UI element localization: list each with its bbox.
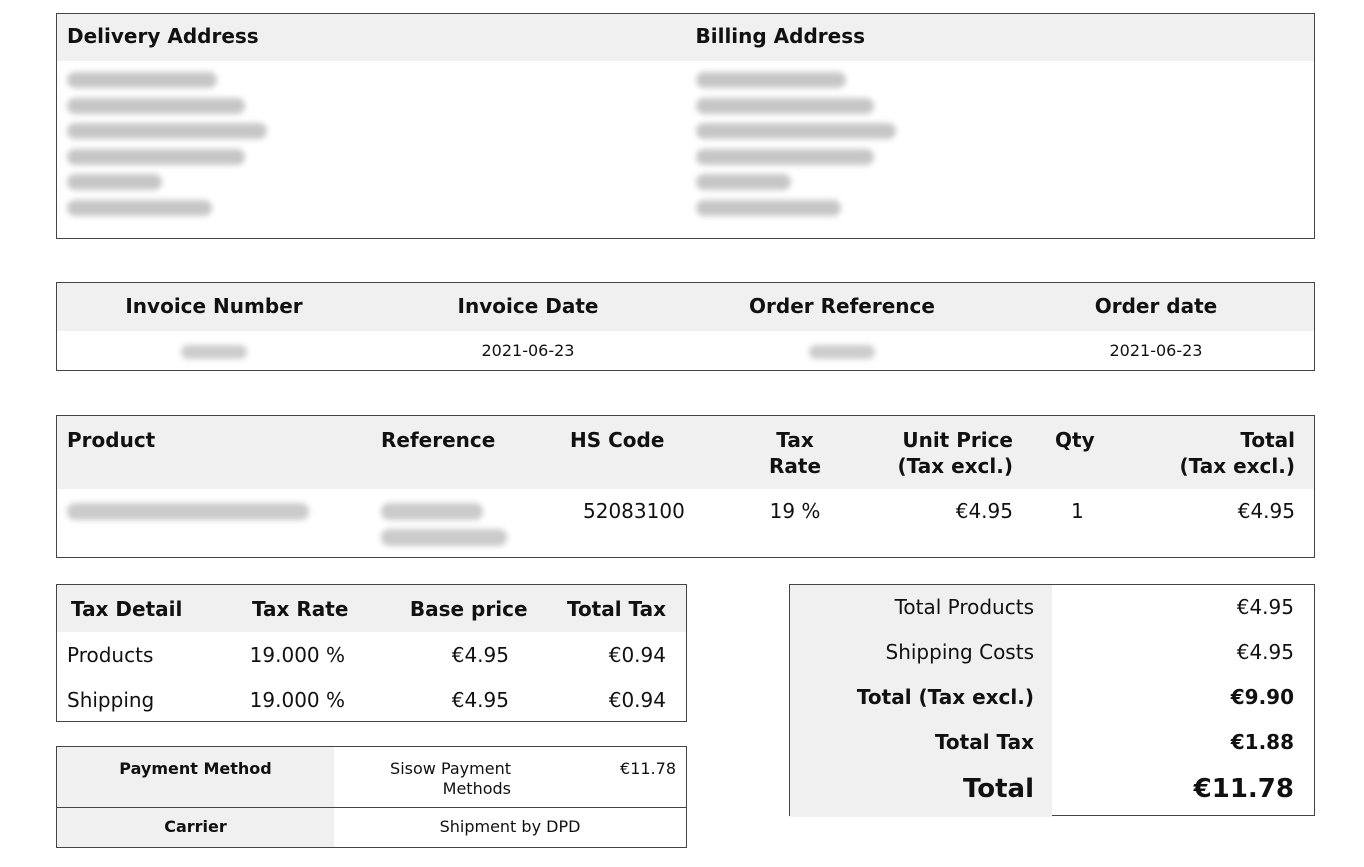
invoice-date-header: Invoice Date bbox=[457, 294, 599, 318]
delivery-address-heading: Delivery Address bbox=[67, 24, 259, 48]
tax-header-row: Tax Detail Tax Rate Base price Total Tax bbox=[57, 585, 686, 632]
product-header: Product bbox=[67, 428, 156, 452]
total-products-label: Total Products bbox=[790, 585, 1052, 630]
redacted-line bbox=[67, 97, 245, 114]
payment-method-line1: Sisow Payment bbox=[390, 759, 511, 778]
payment-method-label: Payment Method bbox=[57, 747, 334, 807]
hs-code-header: HS Code bbox=[570, 428, 665, 452]
total-products-value: €4.95 bbox=[1236, 595, 1294, 619]
product-unit-price: €4.95 bbox=[955, 499, 1013, 523]
order-reference-value bbox=[685, 331, 999, 370]
payment-method-value: Sisow Payment Methods bbox=[334, 747, 524, 807]
redacted-line bbox=[695, 123, 896, 139]
table-row: Shipping 19.000 % €4.95 €0.94 bbox=[57, 678, 686, 724]
redacted-line bbox=[695, 199, 841, 216]
total-tax-value: €1.88 bbox=[1230, 730, 1294, 754]
tax-row-tax: €0.94 bbox=[608, 688, 666, 713]
product-reference-redacted bbox=[381, 499, 507, 546]
invoice-date-value: 2021-06-23 bbox=[481, 341, 575, 360]
tax-rate-header: Tax Rate bbox=[757, 427, 833, 479]
shipping-costs-value: €4.95 bbox=[1236, 640, 1294, 664]
grand-total-row: Total €11.78 bbox=[790, 765, 1314, 817]
product-table: Product Reference HS Code Tax Rate Unit … bbox=[56, 415, 1315, 558]
redacted-line bbox=[67, 72, 217, 88]
redacted-order-reference bbox=[809, 344, 875, 359]
tax-row-rate: 19.000 % bbox=[249, 688, 345, 713]
total-header-line2: (Tax excl.) bbox=[1179, 454, 1295, 478]
invoice-header-row: Invoice Number Invoice Date Order Refere… bbox=[57, 283, 1314, 331]
unit-price-header-line1: Unit Price bbox=[902, 428, 1013, 452]
payment-carrier-table: Payment Method Sisow Payment Methods €11… bbox=[56, 746, 687, 848]
redacted-invoice-number bbox=[181, 344, 247, 359]
product-qty: 1 bbox=[1071, 499, 1084, 523]
shipping-costs-row: Shipping Costs €4.95 bbox=[790, 630, 1314, 675]
payment-amount: €11.78 bbox=[620, 759, 676, 778]
invoice-number-header: Invoice Number bbox=[125, 294, 303, 318]
tax-row-label: Products bbox=[67, 642, 154, 667]
unit-price-header-line2: (Tax excl.) bbox=[897, 454, 1013, 478]
redacted-line bbox=[695, 72, 846, 88]
product-header-row: Product Reference HS Code Tax Rate Unit … bbox=[57, 416, 1314, 489]
tax-rate-header-line2: Rate bbox=[768, 454, 822, 478]
product-tax-rate: 19 % bbox=[769, 499, 821, 523]
tax-row-tax: €0.94 bbox=[608, 642, 666, 667]
base-price-header: Base price bbox=[409, 596, 528, 621]
total-header-line1: Total bbox=[1240, 428, 1295, 452]
order-reference-header: Order Reference bbox=[749, 294, 935, 318]
invoice-value-row: 2021-06-23 2021-06-23 bbox=[57, 331, 1314, 370]
shipping-costs-label: Shipping Costs bbox=[790, 630, 1052, 675]
tax-rate-header: Tax Rate bbox=[251, 596, 349, 621]
unit-price-header: Unit Price (Tax excl.) bbox=[877, 427, 1013, 479]
reference-header: Reference bbox=[381, 428, 496, 452]
redacted-line bbox=[695, 97, 874, 114]
redacted-line bbox=[67, 174, 162, 190]
total-excl-label: Total (Tax excl.) bbox=[790, 675, 1052, 720]
address-section: Delivery Address Billing Address bbox=[56, 13, 1315, 239]
redacted-line bbox=[67, 148, 245, 165]
redacted-line bbox=[67, 199, 212, 216]
total-excl-value: €9.90 bbox=[1230, 685, 1294, 709]
tax-row-rate: 19.000 % bbox=[249, 642, 345, 667]
payment-method-line2: Methods bbox=[442, 779, 511, 798]
total-tax-row: Total Tax €1.88 bbox=[790, 720, 1314, 765]
redacted-line bbox=[67, 123, 267, 139]
total-excl-row: Total (Tax excl.) €9.90 bbox=[790, 675, 1314, 720]
tax-row-base: €4.95 bbox=[451, 688, 509, 713]
tax-row-label: Shipping bbox=[67, 688, 155, 713]
qty-header: Qty bbox=[1055, 428, 1095, 452]
carrier-label: Carrier bbox=[57, 808, 334, 847]
grand-total-value: €11.78 bbox=[1193, 774, 1294, 804]
table-row: Products 19.000 % €4.95 €0.94 bbox=[57, 632, 686, 678]
invoice-info-table: Invoice Number Invoice Date Order Refere… bbox=[56, 282, 1315, 371]
redacted-line bbox=[381, 529, 507, 546]
table-row: 52083100 19 % €4.95 1 €4.95 bbox=[57, 489, 1314, 557]
delivery-address-lines bbox=[57, 72, 686, 225]
total-products-row: Total Products €4.95 bbox=[790, 585, 1314, 630]
total-tax-header: Total Tax bbox=[566, 596, 667, 621]
redacted-line bbox=[695, 148, 874, 165]
tax-rate-header-line1: Tax bbox=[776, 428, 814, 452]
total-header: Total (Tax excl.) bbox=[1157, 427, 1295, 479]
carrier-row: Carrier Shipment by DPD bbox=[57, 808, 686, 847]
product-hs-code: 52083100 bbox=[583, 499, 685, 523]
tax-detail-table: Tax Detail Tax Rate Base price Total Tax… bbox=[56, 584, 687, 722]
total-tax-label: Total Tax bbox=[790, 720, 1052, 765]
tax-row-base: €4.95 bbox=[451, 642, 509, 667]
carrier-value: Shipment by DPD bbox=[439, 817, 581, 836]
redacted-line bbox=[67, 503, 309, 520]
redacted-line bbox=[381, 503, 483, 520]
order-date-value: 2021-06-23 bbox=[1109, 341, 1203, 360]
product-name-redacted bbox=[67, 499, 309, 520]
billing-address-lines bbox=[686, 72, 1315, 225]
tax-detail-header: Tax Detail bbox=[71, 596, 183, 621]
redacted-line bbox=[695, 174, 791, 190]
address-header: Delivery Address Billing Address bbox=[57, 14, 1314, 61]
billing-address-heading: Billing Address bbox=[695, 24, 866, 48]
totals-table: Total Products €4.95 Shipping Costs €4.9… bbox=[789, 584, 1315, 817]
invoice-number-value bbox=[57, 331, 371, 370]
product-total: €4.95 bbox=[1237, 499, 1295, 523]
grand-total-label: Total bbox=[790, 765, 1052, 817]
order-date-header: Order date bbox=[1094, 294, 1218, 318]
payment-method-row: Payment Method Sisow Payment Methods €11… bbox=[57, 747, 686, 808]
